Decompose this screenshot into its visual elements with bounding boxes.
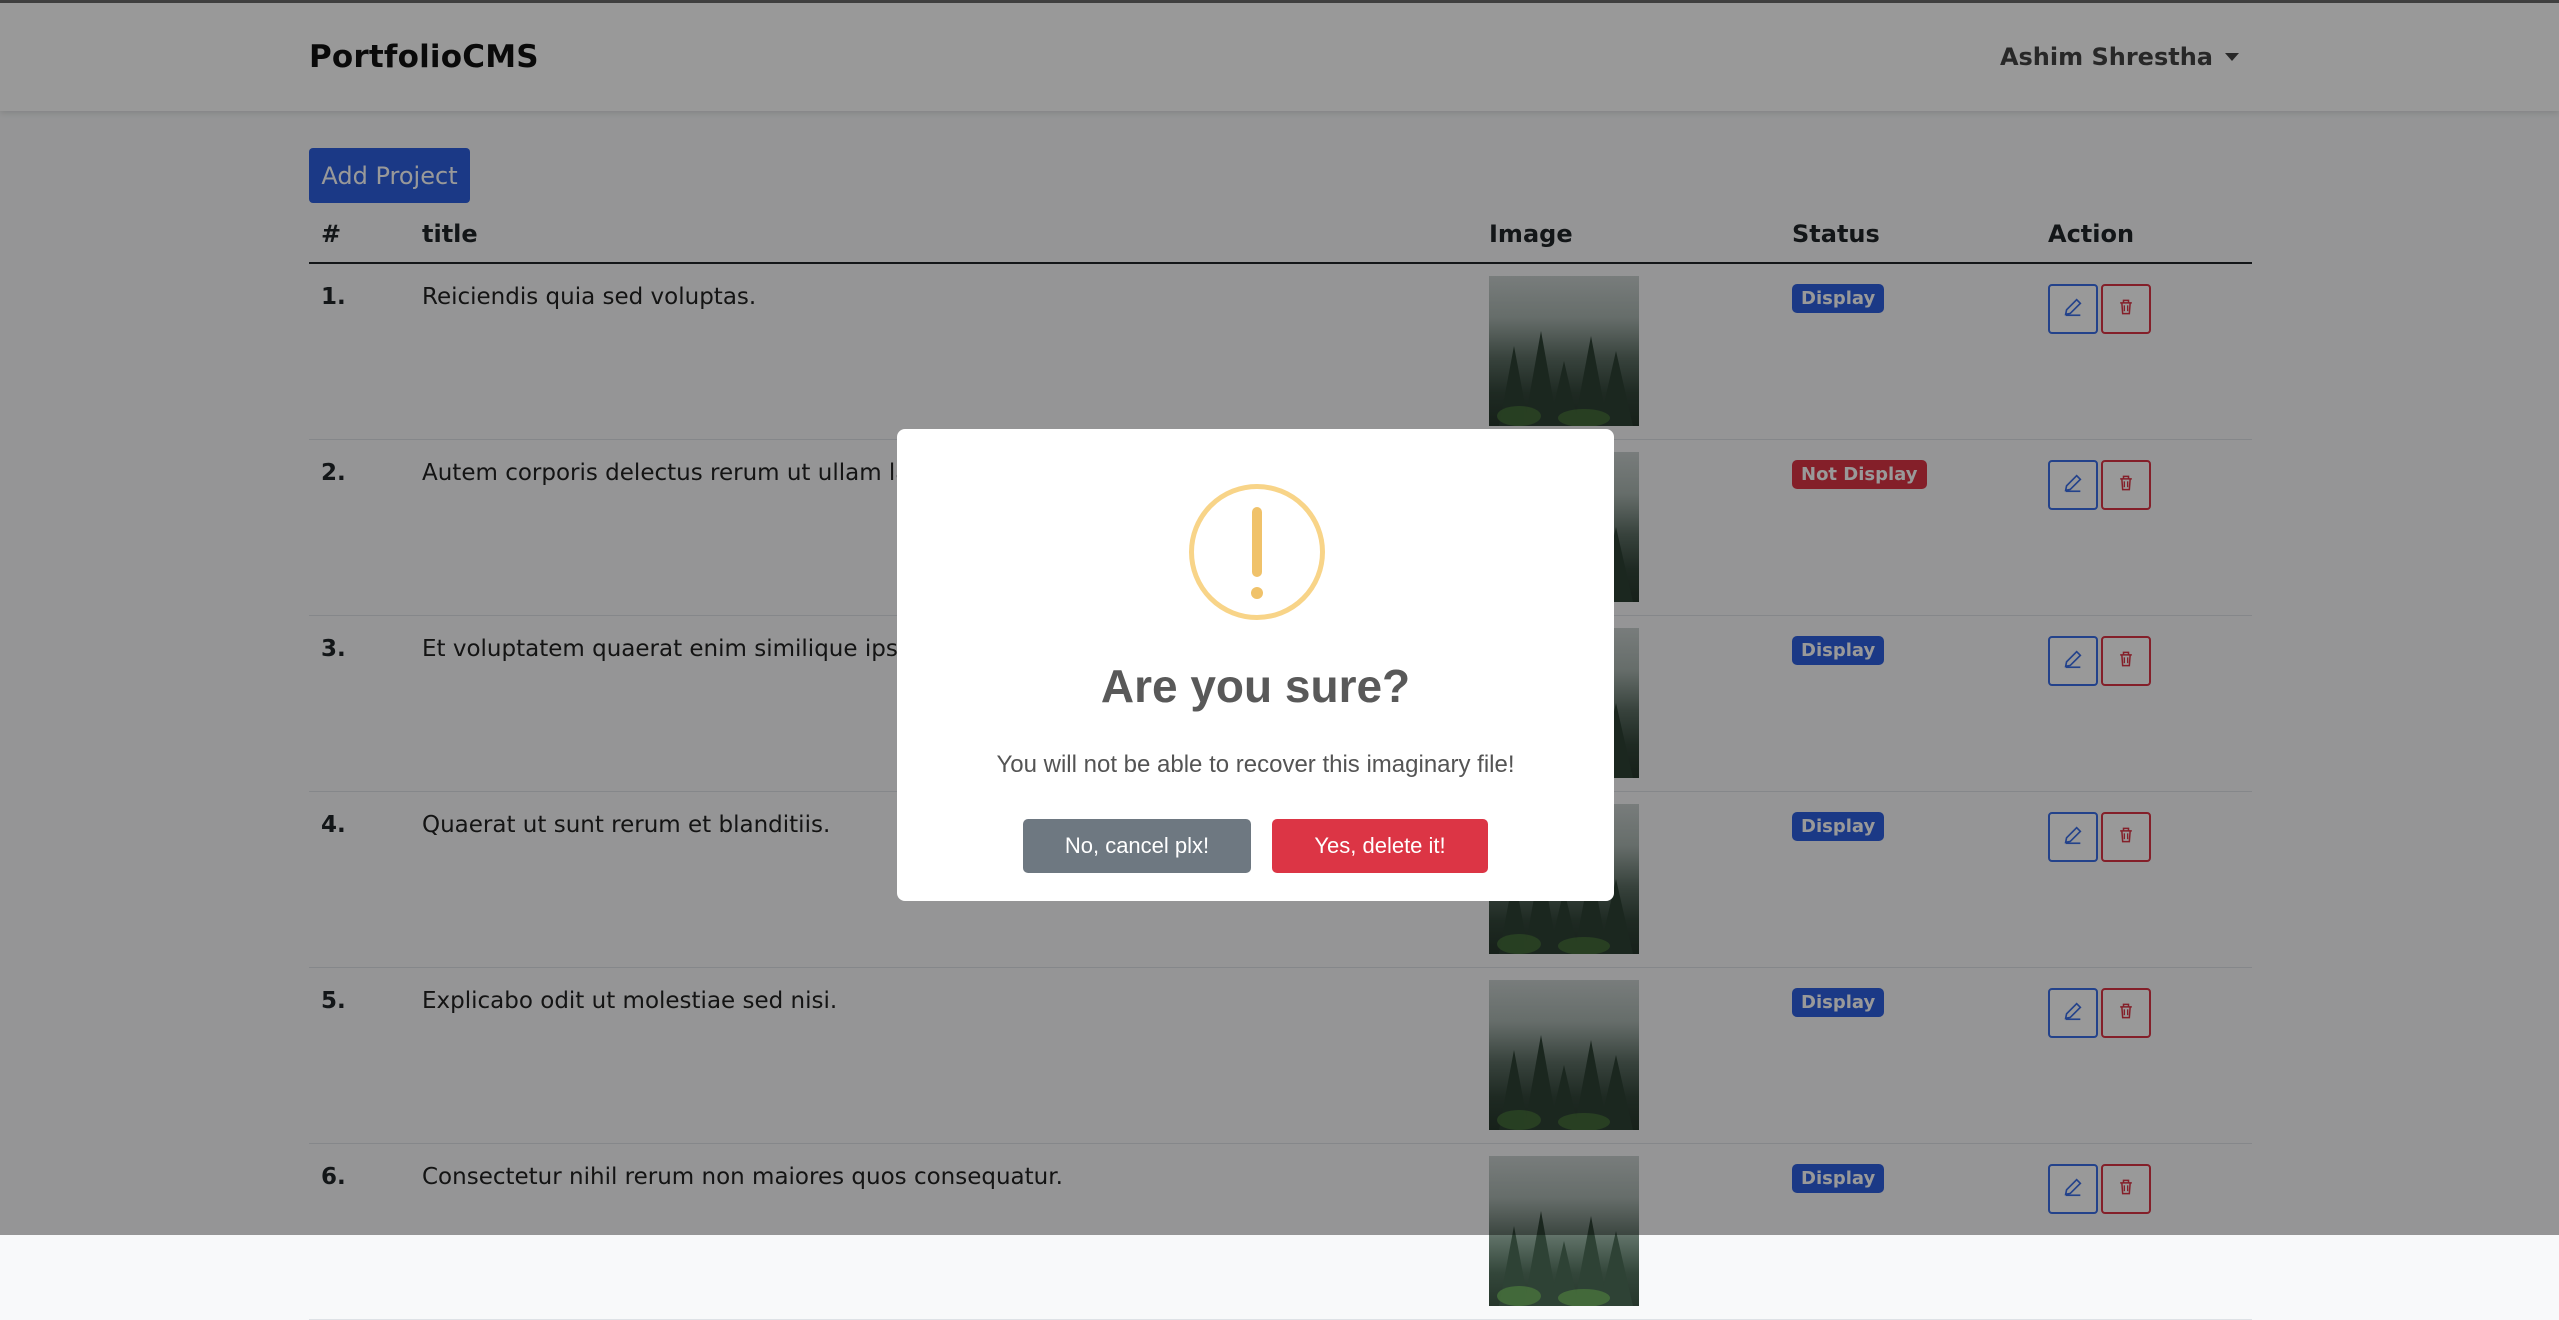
confirm-dialog: Are you sure? You will not be able to re… <box>897 429 1614 901</box>
confirm-delete-button[interactable]: Yes, delete it! <box>1272 819 1488 873</box>
modal-backdrop[interactable]: Are you sure? You will not be able to re… <box>0 0 2559 1235</box>
dialog-title: Are you sure? <box>1100 660 1411 712</box>
dialog-text: You will not be able to recover this ima… <box>996 751 1515 778</box>
warning-icon <box>1189 484 1325 620</box>
cancel-button[interactable]: No, cancel plx! <box>1023 819 1251 873</box>
